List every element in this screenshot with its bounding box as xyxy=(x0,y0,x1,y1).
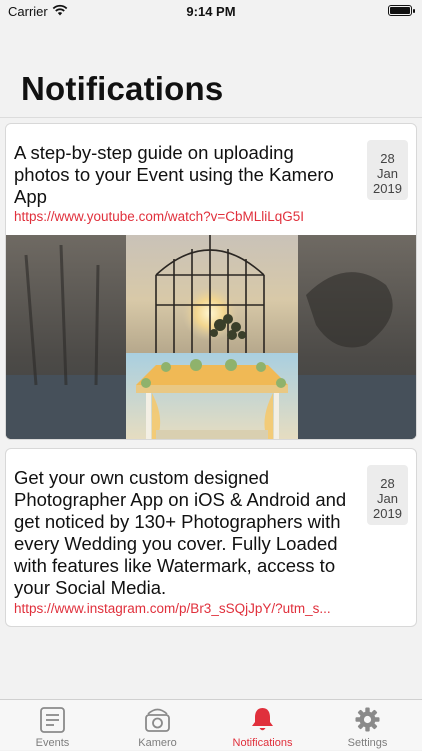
tab-label: Settings xyxy=(347,737,388,749)
tab-label: Events xyxy=(35,737,70,749)
date-month: Jan xyxy=(377,166,398,181)
tab-settings[interactable]: Settings xyxy=(315,700,420,751)
notification-date: 28 Jan 2019 xyxy=(367,140,408,200)
notification-title: A step-by-step guide on uploading photos… xyxy=(14,142,334,207)
clock: 9:14 PM xyxy=(186,4,236,19)
bell-icon xyxy=(252,708,273,731)
tab-events[interactable]: Events xyxy=(0,700,105,751)
tab-bar: Events Kamero Notifications Settings xyxy=(0,699,422,750)
date-day: 28 xyxy=(380,476,395,491)
camera-icon xyxy=(145,708,170,732)
wedding-decor-image xyxy=(6,235,416,439)
date-day: 28 xyxy=(380,151,395,166)
notification-card[interactable]: A step-by-step guide on uploading photos… xyxy=(5,123,417,440)
tab-kamero[interactable]: Kamero xyxy=(105,700,210,751)
header-divider xyxy=(0,117,422,118)
tab-notifications[interactable]: Notifications xyxy=(210,700,315,751)
notification-date: 28 Jan 2019 xyxy=(367,465,408,525)
date-month: Jan xyxy=(377,491,398,506)
tab-label: Kamero xyxy=(138,737,177,749)
tab-label: Notifications xyxy=(232,737,293,749)
notification-title: Get your own custom designed Photographe… xyxy=(14,467,347,598)
battery-icon xyxy=(388,5,415,16)
page-title: Notifications xyxy=(21,70,224,107)
notification-link[interactable]: https://www.youtube.com/watch?v=CbMLliLq… xyxy=(14,209,364,224)
gear-icon xyxy=(355,707,380,732)
date-year: 2019 xyxy=(373,181,402,196)
date-year: 2019 xyxy=(373,506,402,521)
notification-link[interactable]: https://www.instagram.com/p/Br3_sSQjJpY/… xyxy=(14,601,364,616)
notification-card[interactable]: Get your own custom designed Photographe… xyxy=(5,448,417,627)
events-list-icon xyxy=(40,707,65,733)
notification-video-thumbnail[interactable] xyxy=(6,235,416,439)
status-bar: Carrier 9:14 PM xyxy=(0,0,422,22)
